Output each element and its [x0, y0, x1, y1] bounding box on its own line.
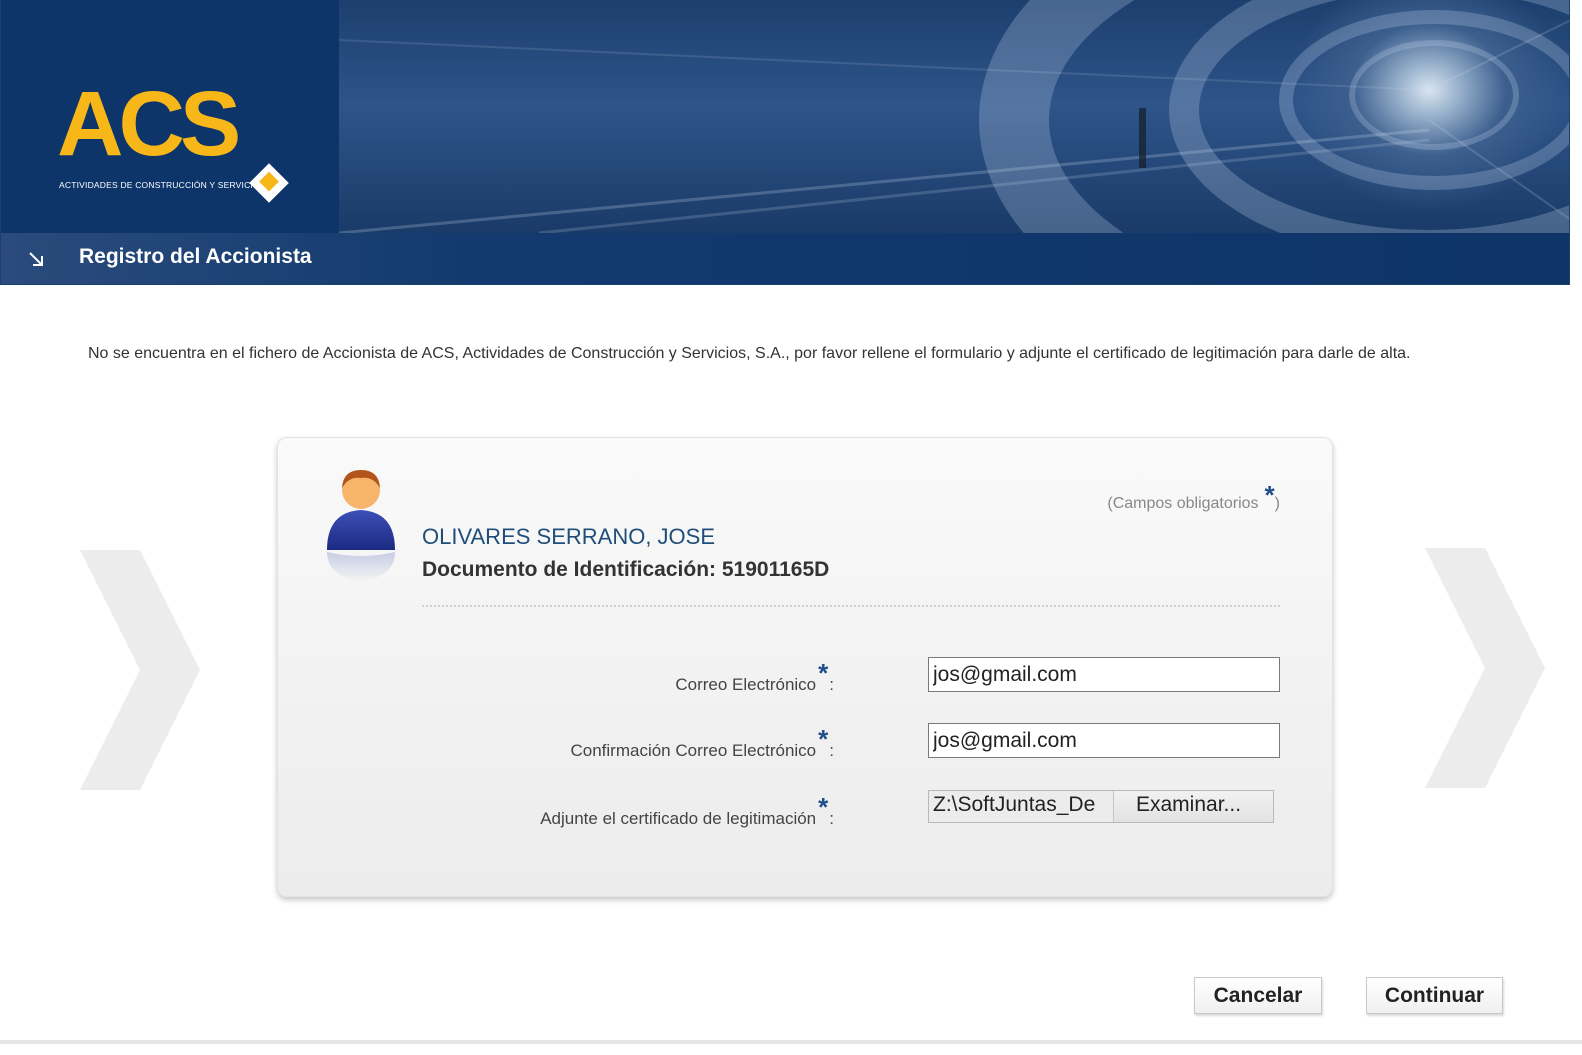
browse-button[interactable]: Examinar...: [1113, 791, 1273, 822]
user-avatar-icon: [327, 470, 395, 582]
confirm-email-input[interactable]: [928, 723, 1280, 758]
label-colon: :: [829, 741, 834, 760]
cancel-button[interactable]: Cancelar: [1194, 977, 1322, 1014]
footer-rule: [0, 1040, 1582, 1044]
registration-card: (Campos obligatorios *) OLIVARES SERRANO,…: [277, 437, 1333, 897]
certificate-label-text: Adjunte el certificado de legitimación: [540, 809, 817, 828]
tunnel-banner-image: [339, 0, 1569, 233]
certificate-file-upload: Z:\SoftJuntas_De Examinar...: [928, 790, 1274, 823]
intro-message: No se encuentra en el fichero de Accioni…: [88, 345, 1411, 362]
required-note-close: ): [1274, 495, 1280, 512]
arrow-down-right-icon: [29, 252, 43, 266]
email-label: Correo Electrónico*:: [675, 658, 834, 697]
continue-button[interactable]: Continuar: [1366, 977, 1503, 1014]
logo-diamond-icon: [249, 163, 289, 203]
required-star: *: [1264, 480, 1275, 510]
required-star: *: [818, 658, 829, 688]
required-star: *: [818, 792, 829, 822]
confirm-email-label: Confirmación Correo Electrónico*:: [570, 724, 834, 763]
required-note-text: (Campos obligatorios: [1107, 495, 1259, 512]
document-id: Documento de Identificación: 51901165D: [422, 558, 830, 581]
required-star: *: [818, 724, 829, 754]
label-colon: :: [829, 675, 834, 694]
logo-subtitle: ACTIVIDADES DE CONSTRUCCIÓN Y SERVICIOS: [59, 180, 266, 190]
certificate-file-path[interactable]: Z:\SoftJuntas_De: [929, 791, 1113, 822]
chevron-left-decoration-icon: [80, 550, 200, 790]
email-input[interactable]: [928, 657, 1280, 692]
label-colon: :: [829, 809, 834, 828]
site-header: ACS ACTIVIDADES DE CONSTRUCCIÓN Y SERVIC…: [0, 0, 1570, 285]
confirm-email-label-text: Confirmación Correo Electrónico: [570, 741, 817, 760]
page-title: Registro del Accionista: [79, 245, 312, 268]
tunnel-lines: [339, 19, 1569, 233]
email-label-text: Correo Electrónico: [675, 675, 817, 694]
acs-logo: ACS ACTIVIDADES DE CONSTRUCCIÓN Y SERVIC…: [1, 0, 339, 233]
logo-text: ACS: [57, 73, 241, 175]
shareholder-name: OLIVARES SERRANO, JOSE: [422, 524, 716, 549]
required-fields-note: (Campos obligatorios *): [1107, 480, 1280, 513]
title-bar: Registro del Accionista: [1, 233, 1569, 284]
chevron-right-decoration-icon: [1425, 548, 1545, 788]
certificate-label: Adjunte el certificado de legitimación*:: [540, 792, 834, 831]
dotted-divider: [422, 605, 1280, 607]
